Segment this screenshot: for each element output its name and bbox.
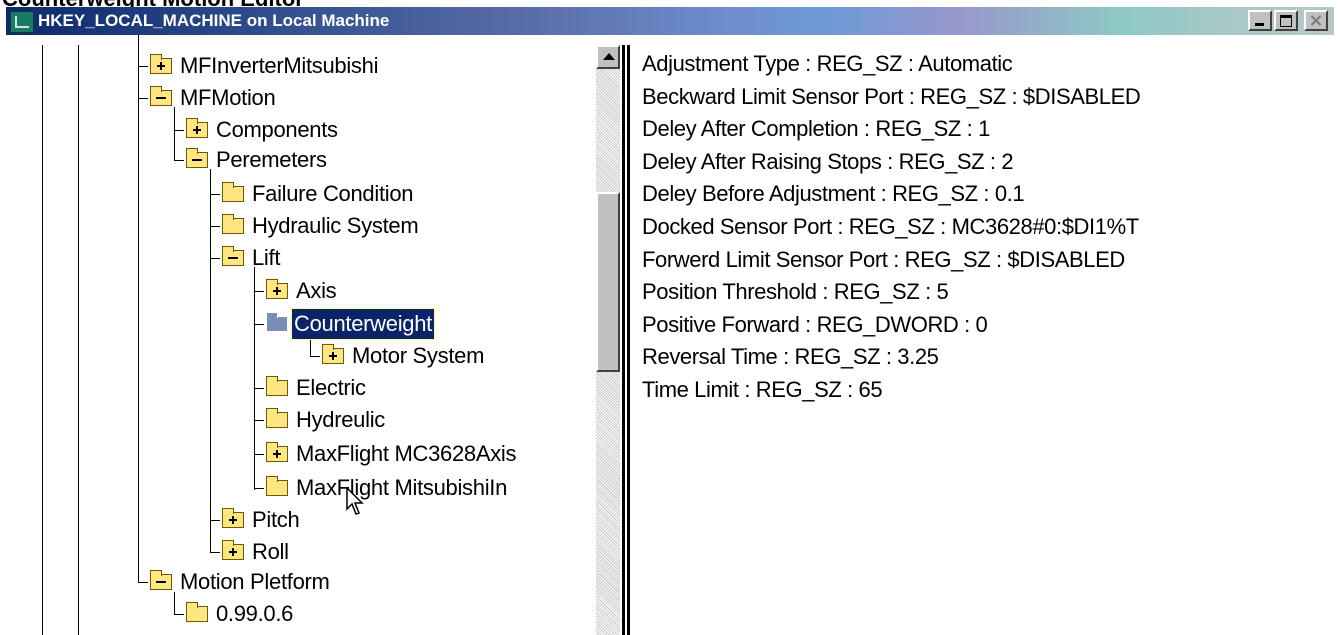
folder-icon bbox=[266, 476, 288, 496]
folder-plus-icon bbox=[266, 279, 288, 299]
folder-plus-icon bbox=[222, 508, 244, 528]
tree-line bbox=[210, 194, 220, 195]
tree-item-label: Hydraulic System bbox=[252, 213, 419, 238]
tree-item-label: Lift bbox=[252, 245, 281, 270]
folder-plus-icon bbox=[186, 118, 208, 138]
tree-item-label: Failure Condition bbox=[252, 181, 414, 206]
tree-line bbox=[78, 45, 79, 635]
value-entry[interactable]: Beckward Limit Sensor Port : REG_SZ : $D… bbox=[642, 81, 1332, 114]
pane-splitter[interactable] bbox=[622, 45, 630, 635]
folder-icon bbox=[222, 182, 244, 202]
folder-minus-icon bbox=[150, 570, 172, 590]
tree-line bbox=[254, 324, 264, 325]
value-entry[interactable]: Deley After Raising Stops : REG_SZ : 2 bbox=[642, 146, 1332, 179]
tree-item-label: MFInverterMitsubishi bbox=[180, 53, 379, 78]
tree-line bbox=[254, 420, 264, 421]
tree-line bbox=[42, 45, 43, 635]
folder-icon bbox=[266, 408, 288, 428]
value-entry[interactable]: Adjustment Type : REG_SZ : Automatic bbox=[642, 48, 1332, 81]
tree-line bbox=[310, 356, 320, 357]
tree-line bbox=[210, 552, 220, 553]
registry-app-icon bbox=[10, 11, 34, 33]
window-controls bbox=[1248, 10, 1328, 31]
tree-item-label: Counterweight bbox=[291, 308, 435, 340]
tree-line bbox=[174, 130, 184, 131]
tree-line bbox=[138, 35, 139, 582]
folder-minus-icon bbox=[150, 86, 172, 106]
folder-icon bbox=[266, 376, 288, 396]
tree-item-label: Axis bbox=[296, 278, 337, 303]
tree-line bbox=[138, 66, 148, 67]
value-entry[interactable]: Reversal Time : REG_SZ : 3.25 bbox=[642, 341, 1332, 374]
tree-line bbox=[138, 582, 148, 583]
tree-line bbox=[210, 258, 220, 259]
tree-item-label: MFMotion bbox=[180, 85, 276, 110]
folder-minus-icon bbox=[186, 148, 208, 168]
tree-line bbox=[174, 160, 184, 161]
tree-item-label: Roll bbox=[252, 539, 289, 564]
minimize-icon[interactable] bbox=[1248, 10, 1272, 31]
tree-line bbox=[174, 592, 175, 614]
value-entry[interactable]: Time Limit : REG_SZ : 65 bbox=[642, 374, 1332, 407]
tree-item-label: Motion Pletform bbox=[180, 569, 330, 594]
tree-line bbox=[254, 454, 264, 455]
tree-item-label: Motor System bbox=[352, 343, 485, 368]
tree-item-label: Hydreulic bbox=[296, 407, 385, 432]
value-entry[interactable]: Positive Forward : REG_DWORD : 0 bbox=[642, 309, 1332, 342]
value-entry[interactable]: Deley After Completion : REG_SZ : 1 bbox=[642, 113, 1332, 146]
tree-line bbox=[174, 107, 175, 160]
folder-icon bbox=[186, 602, 208, 622]
folder-plus-icon bbox=[322, 344, 344, 364]
maximize-icon[interactable] bbox=[1274, 10, 1298, 31]
tree-line bbox=[138, 98, 148, 99]
tree-item-label: Electric bbox=[296, 375, 366, 400]
tree-item-label: Peremeters bbox=[216, 147, 327, 172]
value-entry[interactable]: Forwerd Limit Sensor Port : REG_SZ : $DI… bbox=[642, 244, 1332, 277]
tree-item-label: Components bbox=[216, 117, 338, 142]
window-title: HKEY_LOCAL_MACHINE on Local Machine bbox=[38, 11, 390, 30]
tree-item-label: MaxFlight MitsubishiIn bbox=[296, 475, 508, 500]
folder-plus-icon bbox=[150, 54, 172, 74]
folder-minus-icon bbox=[222, 246, 244, 266]
registry-tree: MFInverterMitsubishi MFMotion Components… bbox=[0, 35, 596, 635]
tree-line bbox=[254, 388, 264, 389]
tree-vertical-scrollbar[interactable] bbox=[596, 45, 620, 635]
tree-line bbox=[210, 520, 220, 521]
folder-plus-icon bbox=[266, 442, 288, 462]
scroll-track[interactable] bbox=[596, 69, 620, 635]
tree-item-label: Pitch bbox=[252, 507, 300, 532]
folder-plus-icon bbox=[222, 540, 244, 560]
values-list: Adjustment Type : REG_SZ : Automatic Bec… bbox=[642, 48, 1332, 635]
tree-item-label: 0.99.0.6 bbox=[216, 601, 294, 626]
value-entry[interactable]: Docked Sensor Port : REG_SZ : MC3628#0:$… bbox=[642, 211, 1332, 244]
close-icon[interactable] bbox=[1304, 10, 1328, 31]
tree-line bbox=[254, 267, 255, 490]
value-entry[interactable]: Position Threshold : REG_SZ : 5 bbox=[642, 276, 1332, 309]
tree-line bbox=[210, 226, 220, 227]
value-entry[interactable]: Deley Before Adjustment : REG_SZ : 0.1 bbox=[642, 178, 1332, 211]
folder-icon bbox=[222, 214, 244, 234]
window-titlebar[interactable]: HKEY_LOCAL_MACHINE on Local Machine bbox=[6, 7, 1334, 35]
tree-line bbox=[174, 614, 184, 615]
scroll-up-arrow-icon[interactable] bbox=[596, 45, 620, 69]
mouse-cursor-icon bbox=[346, 487, 364, 515]
tree-line bbox=[254, 291, 264, 292]
tree-item-label: MaxFlight MC3628Axis bbox=[296, 441, 517, 466]
tree-line bbox=[254, 488, 264, 489]
scroll-thumb[interactable] bbox=[596, 192, 620, 372]
folder-open-icon bbox=[266, 312, 288, 332]
